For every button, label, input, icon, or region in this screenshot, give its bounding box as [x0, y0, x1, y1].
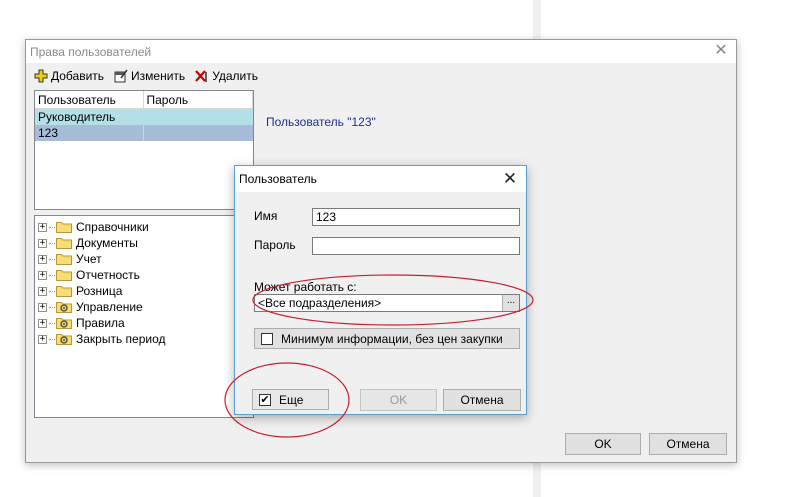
edit-icon [114, 69, 128, 83]
more-label: Еще [279, 392, 304, 407]
folder-icon [56, 254, 72, 265]
users-table-header: Пользователь Пароль [35, 91, 253, 109]
folder-icon [56, 286, 72, 297]
selected-user-caption: Пользователь "123" [266, 115, 376, 129]
checkbox-checked-icon: ✔ [259, 393, 271, 406]
window-ok-button[interactable]: OK [565, 433, 641, 455]
dialog-ok-button[interactable]: OK [360, 389, 437, 411]
column-header-password[interactable]: Пароль [144, 91, 253, 108]
expand-icon[interactable]: + [38, 302, 47, 312]
expand-icon[interactable]: + [38, 270, 47, 280]
folder-icon [56, 222, 72, 233]
tree-item-label: Отчетность [76, 268, 140, 282]
password-cell [144, 125, 150, 141]
user-cell: 123 [35, 125, 144, 141]
min-info-checkbox[interactable]: Минимум информации, без цен закупки [254, 328, 520, 349]
window-title: Права пользователей [30, 45, 152, 59]
tree-item-dokumenty[interactable]: + Документы [35, 235, 253, 251]
expand-icon[interactable]: + [38, 334, 47, 344]
tree-item-zakryt-period[interactable]: + Закрыть период [35, 331, 253, 347]
tree-item-label: Закрыть период [76, 332, 166, 346]
gear-folder-icon [56, 334, 72, 345]
tree-item-pravila[interactable]: + Правила [35, 315, 253, 331]
window-titlebar: Права пользователей ✕ [26, 40, 736, 63]
tree-item-label: Справочники [76, 220, 149, 234]
add-icon [34, 69, 48, 83]
checkbox-box [261, 332, 273, 345]
expand-icon[interactable]: + [38, 318, 47, 328]
dialog-title: Пользователь [239, 172, 317, 186]
user-cell: Руководитель [35, 109, 144, 125]
dialog-close-icon[interactable]: ✕ [501, 169, 519, 189]
more-checkbox[interactable]: ✔ Еще [252, 389, 329, 410]
tree-item-uchet[interactable]: + Учет [35, 251, 253, 267]
edit-label: Изменить [131, 69, 186, 83]
tree-item-label: Розница [76, 284, 123, 298]
tree-item-label: Управление [76, 300, 143, 314]
password-label: Пароль [254, 238, 296, 252]
expand-icon[interactable]: + [38, 238, 47, 248]
works-with-label: Может работать с: [254, 280, 357, 294]
rights-tree: + Справочники + Документы + Учет + Отчет… [34, 215, 254, 418]
folder-icon [56, 238, 72, 249]
tree-item-spravochniki[interactable]: + Справочники [35, 219, 253, 235]
tree-item-label: Документы [76, 236, 138, 250]
user-dialog: Пользователь ✕ Имя 123 Пароль Может рабо… [234, 165, 527, 415]
subdivision-value: <Все подразделения> [258, 296, 382, 310]
delete-icon [195, 70, 207, 82]
tree-item-label: Правила [76, 316, 125, 330]
name-field[interactable]: 123 [312, 208, 520, 226]
window-cancel-button[interactable]: Отмена [649, 433, 727, 455]
expand-icon[interactable]: + [38, 222, 47, 232]
edit-button[interactable]: Изменить [114, 69, 185, 83]
gear-folder-icon [56, 318, 72, 329]
folder-icon [56, 270, 72, 281]
password-cell [144, 109, 150, 125]
expand-icon[interactable]: + [38, 254, 47, 264]
delete-button[interactable]: Удалить [195, 69, 258, 83]
users-table: Пользователь Пароль Руководитель 123 [34, 90, 254, 210]
add-label: Добавить [51, 69, 105, 83]
name-label: Имя [254, 209, 278, 223]
expand-icon[interactable]: + [38, 286, 47, 296]
table-row[interactable]: Руководитель [35, 109, 253, 125]
min-info-label: Минимум информации, без цен закупки [281, 331, 503, 346]
toolbar: Добавить Изменить Удалить [34, 67, 258, 85]
subdivision-select[interactable]: <Все подразделения> ... [254, 294, 520, 312]
tree-item-label: Учет [76, 252, 102, 266]
column-header-user[interactable]: Пользователь [35, 91, 144, 108]
gear-folder-icon [56, 302, 72, 313]
add-button[interactable]: Добавить [34, 69, 104, 83]
tree-item-upravlenie[interactable]: + Управление [35, 299, 253, 315]
delete-label: Удалить [212, 69, 259, 83]
table-row[interactable]: 123 [35, 125, 253, 141]
dialog-titlebar: Пользователь ✕ [235, 166, 526, 192]
tree-item-roznitsa[interactable]: + Розница [35, 283, 253, 299]
tree-item-otchetnost[interactable]: + Отчетность [35, 267, 253, 283]
ellipsis-button[interactable]: ... [502, 295, 519, 311]
window-close-icon[interactable]: ✕ [712, 42, 730, 60]
dialog-cancel-button[interactable]: Отмена [443, 389, 521, 411]
password-field[interactable] [312, 237, 520, 255]
